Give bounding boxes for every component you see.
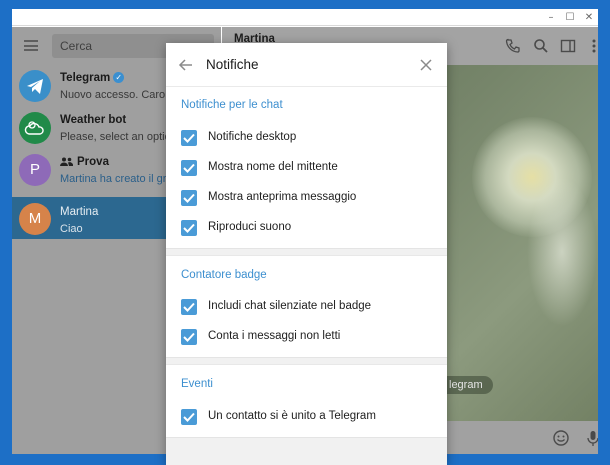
sidebar-toggle-icon[interactable]	[560, 38, 576, 54]
microphone-icon[interactable]	[584, 429, 598, 447]
chat-name: Prova	[60, 156, 109, 168]
background-petal	[527, 177, 597, 327]
section-divider	[166, 357, 447, 365]
checkbox-show-sender-name[interactable]: Mostra nome del mittente	[166, 155, 447, 185]
checkmark-icon	[183, 133, 195, 143]
checkmark-icon	[183, 193, 195, 203]
checkbox-label: Riproduci suono	[208, 221, 292, 233]
weather-bot-avatar	[19, 112, 51, 144]
checkbox-include-muted-chats[interactable]: Includi chat silenziate nel badge	[166, 294, 447, 324]
section-title-events: Eventi	[181, 378, 213, 390]
checkmark-icon	[183, 163, 195, 173]
maximize-button[interactable]: ☐	[561, 10, 579, 25]
title-bar: – ☐ ✕	[12, 9, 598, 26]
checkbox-play-sound[interactable]: Riproduci suono	[166, 215, 447, 245]
checkbox-show-message-preview[interactable]: Mostra anteprima messaggio	[166, 185, 447, 215]
checkbox[interactable]	[181, 299, 197, 315]
dialog-header: Notifiche	[166, 43, 447, 87]
checkbox-label: Mostra nome del mittente	[208, 161, 338, 173]
notifications-dialog: Notifiche Notifiche per le chat Notifich…	[166, 43, 447, 465]
checkbox-label: Includi chat silenziate nel badge	[208, 300, 372, 312]
dialog-title: Notifiche	[206, 57, 259, 72]
verified-icon: ✓	[113, 72, 125, 83]
section-divider	[166, 248, 447, 256]
checkbox-label: Notifiche desktop	[208, 131, 297, 143]
weather-cloud-icon	[24, 121, 44, 135]
checkbox[interactable]	[181, 329, 197, 345]
prova-avatar: P	[19, 154, 51, 186]
chat-name: Martina	[60, 206, 99, 218]
minimize-button[interactable]: –	[542, 10, 560, 25]
chat-name: Weather bot	[60, 114, 127, 126]
more-options-icon[interactable]	[586, 38, 598, 54]
group-icon	[60, 157, 73, 166]
chat-name: Telegram ✓	[60, 72, 125, 84]
close-icon[interactable]	[418, 57, 434, 73]
checkbox-count-unread[interactable]: Conta i messaggi non letti	[166, 324, 447, 354]
checkmark-icon	[183, 332, 195, 342]
checkbox-label: Un contatto si è unito a Telegram	[208, 410, 376, 422]
checkbox-desktop-notifications[interactable]: Notifiche desktop	[166, 125, 447, 155]
back-arrow-icon[interactable]	[178, 57, 194, 73]
search-icon[interactable]	[533, 38, 549, 54]
emoji-icon[interactable]	[552, 429, 570, 447]
checkbox[interactable]	[181, 220, 197, 236]
checkbox[interactable]	[181, 130, 197, 146]
martina-avatar: M	[19, 203, 51, 235]
menu-icon[interactable]	[24, 40, 38, 51]
section-title-chat-notifications: Notifiche per le chat	[181, 99, 283, 111]
telegram-avatar	[19, 70, 51, 102]
checkbox-contact-joined[interactable]: Un contatto si è unito a Telegram	[166, 404, 447, 434]
section-divider	[166, 437, 447, 465]
checkbox[interactable]	[181, 190, 197, 206]
section-title-badge-counter: Contatore badge	[181, 269, 267, 281]
checkmark-icon	[183, 302, 195, 312]
checkbox[interactable]	[181, 160, 197, 176]
checkbox-label: Mostra anteprima messaggio	[208, 191, 357, 203]
close-window-button[interactable]: ✕	[580, 10, 598, 25]
checkmark-icon	[183, 412, 195, 422]
checkmark-icon	[183, 223, 195, 233]
checkbox-label: Conta i messaggi non letti	[208, 330, 341, 342]
paper-plane-icon	[27, 79, 43, 94]
phone-icon[interactable]	[505, 38, 521, 54]
checkbox[interactable]	[181, 409, 197, 425]
